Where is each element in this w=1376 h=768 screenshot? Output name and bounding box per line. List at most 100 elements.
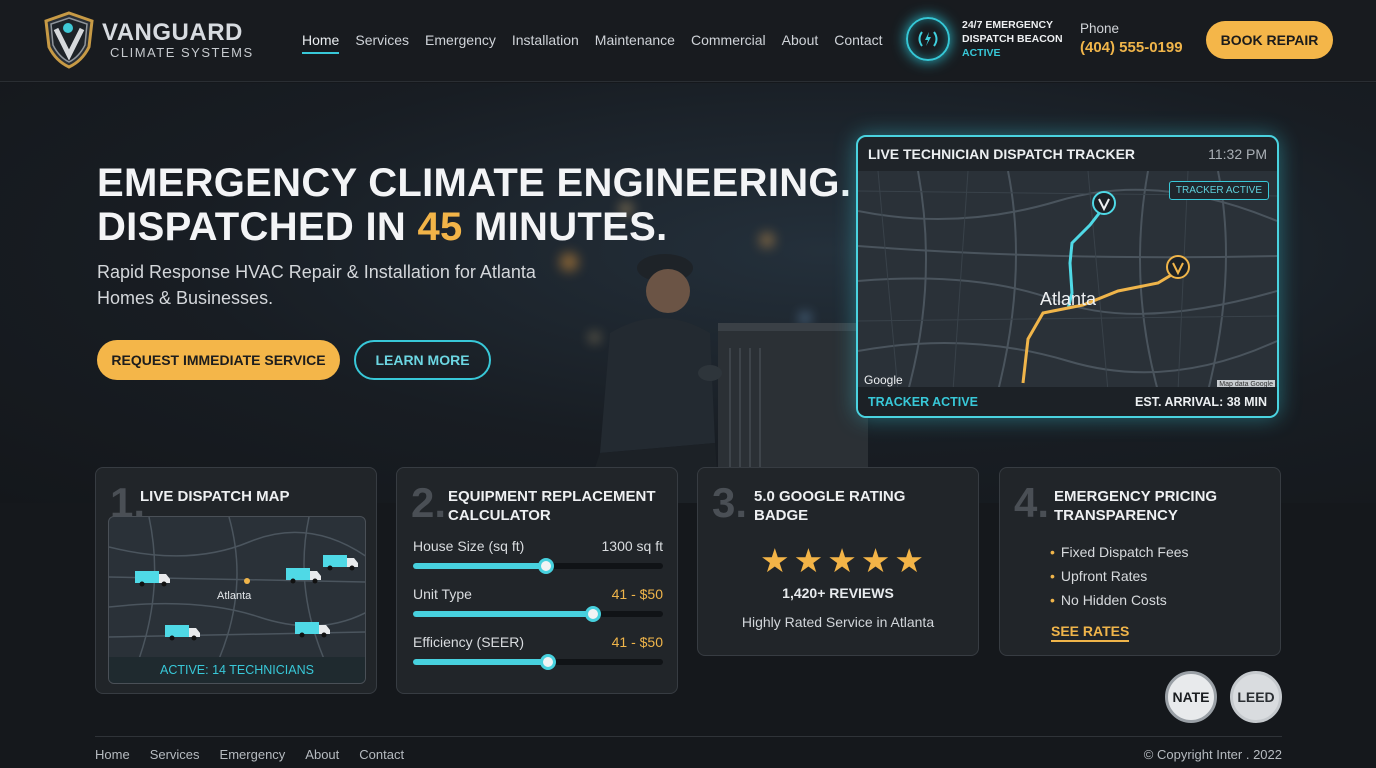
review-count: 1,420+ REVIEWS	[782, 585, 894, 601]
star-rating: ★ ★ ★ ★ ★	[760, 544, 924, 577]
nate-certification-badge: NATE	[1165, 671, 1217, 723]
footer-link-contact[interactable]: Contact	[359, 747, 404, 762]
dispatch-beacon: 24/7 EMERGENCY DISPATCH BEACON ACTIVE	[906, 17, 1063, 61]
site-header: VANGUARD CLIMATE SYSTEMS Home Services E…	[0, 0, 1376, 82]
footer-link-home[interactable]: Home	[95, 747, 130, 762]
brand-logo[interactable]: VANGUARD CLIMATE SYSTEMS	[42, 11, 254, 69]
slider-fill	[413, 563, 546, 569]
card-title-line2: CALCULATOR	[448, 507, 551, 524]
tracker-status: TRACKER ACTIVE	[868, 394, 978, 409]
request-service-button[interactable]: REQUEST IMMEDIATE SERVICE	[97, 340, 340, 380]
card-title: LIVE DISPATCH MAP	[140, 488, 290, 505]
slider-value: 1300 sq ft	[601, 538, 664, 554]
card-title: EQUIPMENT REPLACEMENT CALCULATOR	[448, 487, 656, 525]
card-dispatch-map: 1. LIVE DISPATCH MAP Atlanta ACTIVE: 14 …	[95, 467, 377, 694]
copyright: © Copyright Inter . 2022	[1143, 747, 1282, 762]
card-number: 2.	[411, 479, 447, 526]
card-title-line1: EQUIPMENT REPLACEMENT	[448, 488, 656, 505]
card-title-line2: TRANSPARENCY	[1054, 507, 1178, 524]
card-number: 3.	[712, 479, 748, 526]
mini-map-city: Atlanta	[217, 590, 252, 602]
nav-commercial[interactable]: Commercial	[691, 32, 766, 54]
phone-number-link[interactable]: (404) 555-0199	[1080, 39, 1183, 56]
slider-handle[interactable]	[540, 654, 556, 670]
beacon-line1: 24/7 EMERGENCY	[962, 19, 1054, 31]
slider-track[interactable]	[413, 606, 663, 622]
card-title: EMERGENCY PRICING TRANSPARENCY	[1054, 487, 1217, 525]
footer-link-emergency[interactable]: Emergency	[220, 747, 286, 762]
slider-track[interactable]	[413, 654, 663, 670]
star-icon: ★	[827, 542, 857, 579]
phone-block: Phone (404) 555-0199	[1080, 21, 1183, 56]
card-google-rating: 3. 5.0 GOOGLE RATING BADGE ★ ★ ★ ★ ★ 1,4…	[697, 467, 979, 656]
slider-value: 41 - $50	[611, 634, 663, 650]
card-pricing-transparency: 4. EMERGENCY PRICING TRANSPARENCY • Fixed…	[999, 467, 1281, 656]
tracker-title: LIVE TECHNICIAN DISPATCH TRACKER	[868, 146, 1136, 162]
book-repair-button[interactable]: BOOK REPAIR	[1206, 21, 1333, 59]
star-icon: ★	[760, 542, 790, 579]
nav-about[interactable]: About	[782, 32, 819, 54]
footer-nav: Home Services Emergency About Contact	[95, 747, 404, 762]
nav-maintenance[interactable]: Maintenance	[595, 32, 675, 54]
tracker-map-roads	[858, 170, 1277, 392]
phone-label: Phone	[1080, 21, 1120, 36]
nav-contact[interactable]: Contact	[834, 32, 882, 54]
van-icon	[295, 622, 330, 638]
card-replacement-calculator: 2. EQUIPMENT REPLACEMENT CALCULATOR Hous…	[396, 467, 678, 694]
card-title-line1: 5.0 GOOGLE RATING	[754, 488, 906, 505]
van-icon	[135, 571, 170, 587]
hero-title-accent: 45	[417, 205, 463, 249]
dispatch-tracker-panel: LIVE TECHNICIAN DISPATCH TRACKER 11:32 P…	[856, 135, 1279, 418]
site-footer: Home Services Emergency About Contact © …	[95, 736, 1282, 768]
map-google-logo: Google	[864, 373, 903, 387]
slider-label: House Size (sq ft)	[413, 538, 525, 554]
nav-emergency[interactable]: Emergency	[425, 32, 496, 54]
active-technicians-count: ACTIVE: 14 TECHNICIANS	[109, 657, 365, 683]
map-city-label: Atlanta	[1040, 289, 1097, 309]
efficiency-slider: Efficiency (SEER) 41 - $50	[413, 634, 663, 670]
card-title: 5.0 GOOGLE RATING BADGE	[754, 487, 905, 525]
star-icon: ★	[894, 542, 924, 579]
nav-home[interactable]: Home	[302, 32, 340, 54]
star-icon: ★	[793, 542, 824, 579]
list-item: • Upfront Rates	[1050, 568, 1148, 584]
learn-more-button[interactable]: LEARN MORE	[354, 340, 491, 380]
star-icon: ★	[860, 542, 891, 579]
list-item: • No Hidden Costs	[1050, 592, 1167, 608]
rating-caption: Highly Rated Service in Atlanta	[741, 614, 935, 630]
slider-label: Unit Type	[413, 586, 472, 602]
nav-installation[interactable]: Installation	[512, 32, 579, 54]
customer-pin-icon	[1166, 255, 1190, 279]
technician-photo	[583, 254, 868, 503]
slider-handle[interactable]	[537, 558, 554, 574]
shield-logo-icon	[44, 11, 94, 69]
list-item: • Fixed Dispatch Fees	[1050, 544, 1189, 560]
see-rates-link[interactable]: SEE RATES	[1051, 623, 1130, 642]
nav-services[interactable]: Services	[355, 32, 409, 54]
footer-link-about[interactable]: About	[305, 747, 339, 762]
brand-tagline: CLIMATE SYSTEMS	[110, 44, 254, 60]
van-icon	[323, 555, 358, 571]
slider-value: 41 - $50	[611, 586, 663, 602]
card-title-line2: BADGE	[754, 507, 809, 524]
tracker-map[interactable]: TRACKER ACTIVE Atlanta Google Map data G…	[858, 170, 1277, 392]
slider-handle[interactable]	[585, 606, 601, 622]
footer-link-services[interactable]: Services	[150, 747, 200, 762]
beacon-signal-icon	[906, 17, 950, 61]
slider-track[interactable]	[413, 558, 663, 574]
tech-pin-icon	[1092, 191, 1116, 215]
house-size-slider: House Size (sq ft) 1300 sq ft	[413, 538, 664, 574]
tracker-active-badge: TRACKER ACTIVE	[1168, 181, 1269, 200]
unit-type-slider: Unit Type 41 - $50	[413, 586, 663, 622]
beacon-line2: DISPATCH BEACON	[962, 33, 1063, 45]
hero-subtitle: Rapid Response HVAC Repair & Installatio…	[97, 262, 536, 308]
hero-section: EMERGENCY CLIMATE ENGINEERING. DISPATCHE…	[0, 83, 1376, 503]
main-nav: Home Services Emergency Installation Mai…	[302, 32, 883, 54]
leed-certification-badge: LEED	[1230, 671, 1282, 723]
card-number: 4.	[1014, 479, 1050, 526]
van-icon	[286, 568, 321, 584]
mini-dispatch-map[interactable]: Atlanta ACTIVE: 14 TECHNICIANS	[108, 516, 366, 684]
slider-label: Efficiency (SEER)	[413, 634, 524, 650]
hero-title-line1: EMERGENCY CLIMATE ENGINEERING.	[97, 161, 852, 205]
van-icon	[165, 625, 200, 641]
